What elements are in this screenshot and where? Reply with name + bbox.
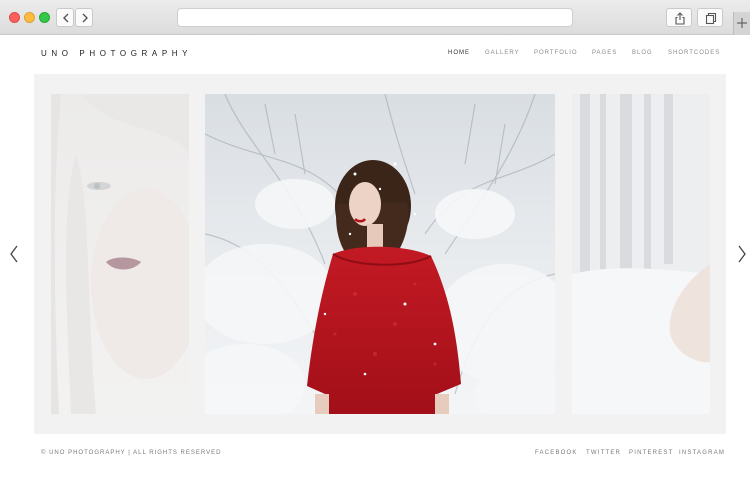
nav-item-home[interactable]: HOME (448, 50, 470, 56)
footer-link-facebook[interactable]: FACEBOOK (535, 450, 578, 456)
chevron-right-icon (82, 13, 88, 23)
forest-path-image (572, 94, 710, 414)
nav-item-portfolio[interactable]: PORTFOLIO (534, 50, 578, 56)
slide-next-photo[interactable] (572, 94, 710, 414)
snow-portrait-image (205, 94, 555, 414)
slide-previous-photo[interactable] (51, 94, 189, 414)
tabs-icon (705, 12, 717, 25)
footer-link-twitter[interactable]: TWITTER (586, 450, 621, 456)
close-window-button[interactable] (9, 12, 20, 23)
nav-item-pages[interactable]: PAGES (592, 50, 617, 56)
share-button[interactable] (666, 8, 692, 27)
slider-prev-arrow-icon[interactable] (9, 245, 19, 263)
footer-link-instagram[interactable]: INSTAGRAM (679, 450, 725, 456)
new-tab-button[interactable] (733, 12, 750, 35)
main-nav: HOME GALLERY PORTFOLIO PAGES BLOG SHORTC… (0, 50, 750, 60)
slider-next-arrow-icon[interactable] (737, 245, 747, 263)
back-button[interactable] (56, 8, 74, 27)
nav-item-gallery[interactable]: GALLERY (485, 50, 520, 56)
share-icon (675, 12, 685, 25)
chevron-left-icon (63, 13, 69, 23)
footer-link-pinterest[interactable]: PINTEREST (629, 450, 673, 456)
maximize-window-button[interactable] (39, 12, 50, 23)
nav-item-blog[interactable]: BLOG (632, 50, 653, 56)
slide-active-photo[interactable] (205, 94, 555, 414)
copyright-text: © UNO PHOTOGRAPHY | ALL RIGHTS RESERVED (41, 450, 222, 456)
portrait-image (51, 94, 189, 414)
minimize-window-button[interactable] (24, 12, 35, 23)
nav-item-shortcodes[interactable]: SHORTCODES (668, 50, 720, 56)
forward-button[interactable] (75, 8, 93, 27)
tabs-overview-button[interactable] (697, 8, 723, 27)
address-bar[interactable] (177, 8, 573, 27)
plus-icon (737, 18, 747, 28)
browser-toolbar (0, 0, 750, 35)
